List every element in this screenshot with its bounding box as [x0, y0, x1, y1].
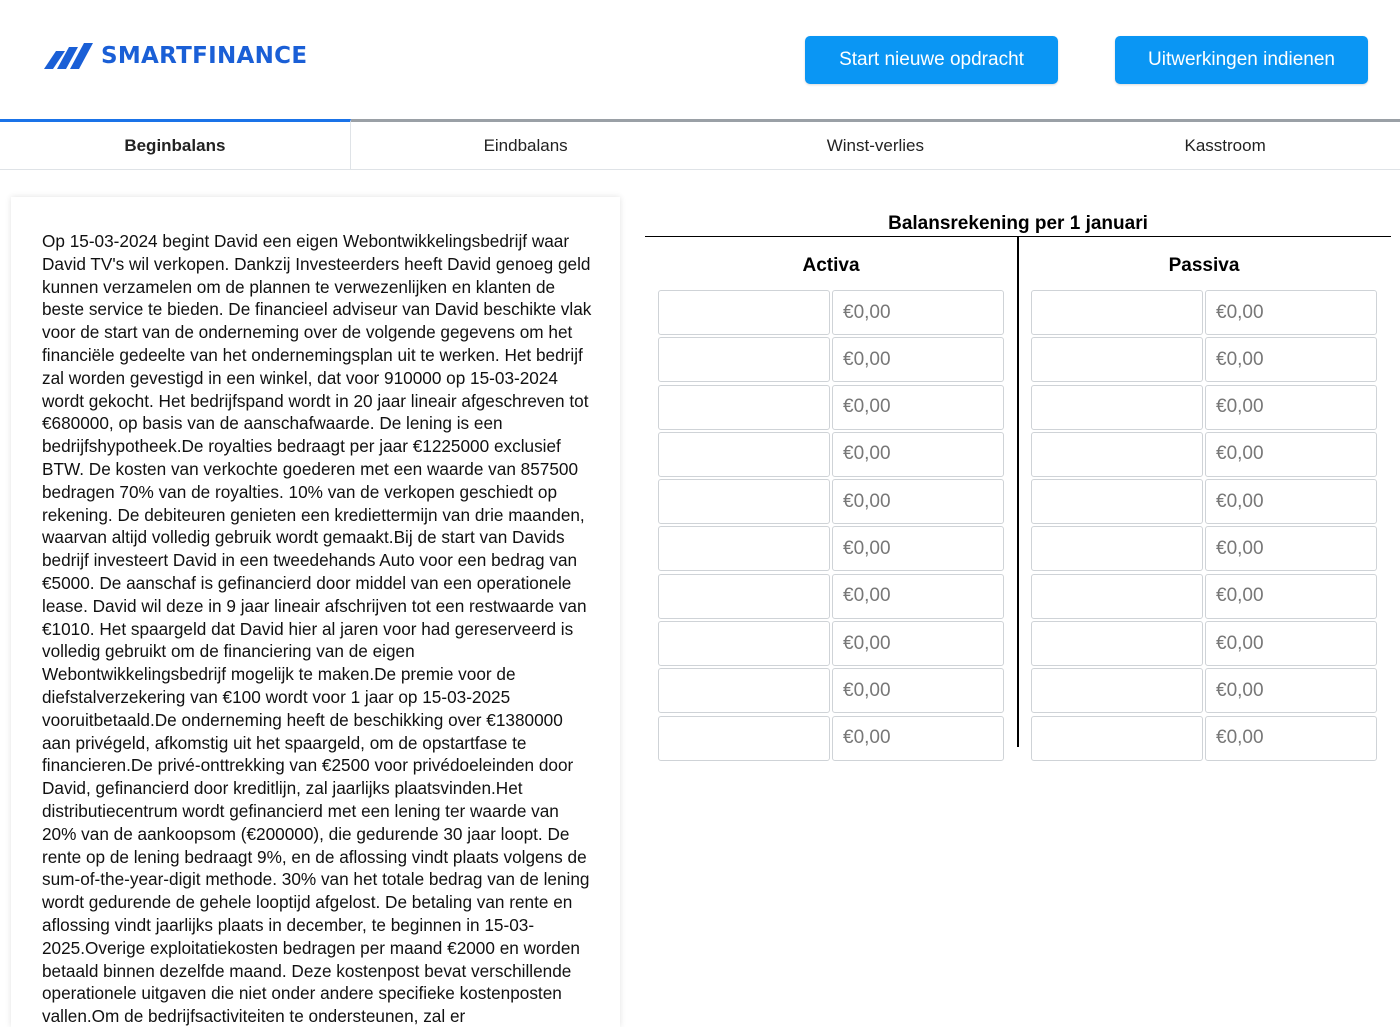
activa-row: €0,00	[658, 431, 1006, 477]
passiva-row: €0,00	[1031, 621, 1379, 667]
passiva-row: €0,00	[1031, 290, 1379, 335]
passiva-amount-input[interactable]: €0,00	[1205, 384, 1377, 430]
logo[interactable]: SMARTFINANCE	[44, 42, 307, 70]
case-description-text: Op 15-03-2024 begint David een eigen Web…	[42, 231, 592, 1027]
passiva-amount-input[interactable]: €0,00	[1205, 479, 1377, 525]
activa-header: Activa	[802, 255, 860, 276]
passiva-amount-input[interactable]: €0,00	[1205, 337, 1377, 383]
activa-row: €0,00	[658, 621, 1006, 667]
passiva-amount-input[interactable]: €0,00	[1205, 573, 1377, 619]
passiva-amount-input[interactable]: €0,00	[1205, 290, 1377, 335]
passiva-header: Passiva	[1168, 255, 1240, 276]
activa-table: €0,00 €0,00 €0,00 €0,00 €0,00 €0,00 €0,00 €0,00…	[658, 290, 1006, 763]
activa-item-name-input[interactable]	[658, 715, 830, 761]
passiva-amount-input[interactable]: €0,00	[1205, 526, 1377, 572]
activa-item-name-input[interactable]	[658, 573, 830, 619]
passiva-item-name-input[interactable]	[1031, 290, 1203, 335]
activa-row: €0,00	[658, 479, 1006, 525]
balance-column-divider	[1017, 236, 1019, 747]
activa-amount-input[interactable]: €0,00	[832, 337, 1004, 383]
passiva-item-name-input[interactable]	[1031, 384, 1203, 430]
passiva-item-name-input[interactable]	[1031, 573, 1203, 619]
submit-solutions-button[interactable]: Uitwerkingen indienen	[1115, 36, 1368, 84]
balance-title: Balansrekening per 1 januari	[888, 213, 1148, 234]
case-description-panel[interactable]: Op 15-03-2024 begint David een eigen Web…	[11, 197, 620, 1027]
passiva-item-name-input[interactable]	[1031, 337, 1203, 383]
passiva-item-name-input[interactable]	[1031, 479, 1203, 525]
activa-item-name-input[interactable]	[658, 526, 830, 572]
activa-amount-input[interactable]: €0,00	[832, 668, 1004, 714]
passiva-table: €0,00 €0,00 €0,00 €0,00 €0,00 €0,00 €0,00 €0,00…	[1031, 290, 1379, 763]
activa-item-name-input[interactable]	[658, 290, 830, 335]
activa-row: €0,00	[658, 668, 1006, 714]
activa-row: €0,00	[658, 526, 1006, 572]
logo-text: SMARTFINANCE	[101, 43, 308, 69]
tab-winst-verlies[interactable]: Winst-verlies	[701, 122, 1051, 169]
activa-item-name-input[interactable]	[658, 337, 830, 383]
passiva-item-name-input[interactable]	[1031, 668, 1203, 714]
passiva-item-name-input[interactable]	[1031, 621, 1203, 667]
tab-beginbalans[interactable]: Beginbalans	[0, 119, 351, 169]
start-new-assignment-button[interactable]: Start nieuwe opdracht	[805, 36, 1058, 84]
passiva-row: €0,00	[1031, 715, 1379, 761]
activa-row: €0,00	[658, 715, 1006, 761]
tab-bar: Beginbalans Eindbalans Winst-verlies Kas…	[0, 119, 1400, 170]
passiva-amount-input[interactable]: €0,00	[1205, 621, 1377, 667]
activa-amount-input[interactable]: €0,00	[832, 526, 1004, 572]
passiva-item-name-input[interactable]	[1031, 526, 1203, 572]
passiva-row: €0,00	[1031, 526, 1379, 572]
activa-amount-input[interactable]: €0,00	[832, 290, 1004, 335]
activa-item-name-input[interactable]	[658, 668, 830, 714]
app-header: SMARTFINANCE Start nieuwe opdracht Uitwe…	[0, 0, 1400, 120]
passiva-item-name-input[interactable]	[1031, 431, 1203, 477]
passiva-item-name-input[interactable]	[1031, 715, 1203, 761]
passiva-row: €0,00	[1031, 479, 1379, 525]
tab-kasstroom[interactable]: Kasstroom	[1050, 122, 1400, 169]
passiva-row: €0,00	[1031, 431, 1379, 477]
activa-amount-input[interactable]: €0,00	[832, 431, 1004, 477]
activa-amount-input[interactable]: €0,00	[832, 384, 1004, 430]
activa-item-name-input[interactable]	[658, 431, 830, 477]
tab-eindbalans[interactable]: Eindbalans	[351, 122, 701, 169]
passiva-amount-input[interactable]: €0,00	[1205, 668, 1377, 714]
activa-item-name-input[interactable]	[658, 621, 830, 667]
passiva-amount-input[interactable]: €0,00	[1205, 715, 1377, 761]
logo-slashes-icon	[44, 42, 94, 70]
activa-row: €0,00	[658, 337, 1006, 383]
passiva-row: €0,00	[1031, 668, 1379, 714]
activa-row: €0,00	[658, 290, 1006, 335]
activa-row: €0,00	[658, 573, 1006, 619]
activa-amount-input[interactable]: €0,00	[832, 715, 1004, 761]
activa-item-name-input[interactable]	[658, 479, 830, 525]
activa-amount-input[interactable]: €0,00	[832, 479, 1004, 525]
passiva-row: €0,00	[1031, 384, 1379, 430]
passiva-amount-input[interactable]: €0,00	[1205, 431, 1377, 477]
activa-amount-input[interactable]: €0,00	[832, 573, 1004, 619]
passiva-row: €0,00	[1031, 573, 1379, 619]
passiva-row: €0,00	[1031, 337, 1379, 383]
activa-row: €0,00	[658, 384, 1006, 430]
activa-item-name-input[interactable]	[658, 384, 830, 430]
activa-amount-input[interactable]: €0,00	[832, 621, 1004, 667]
